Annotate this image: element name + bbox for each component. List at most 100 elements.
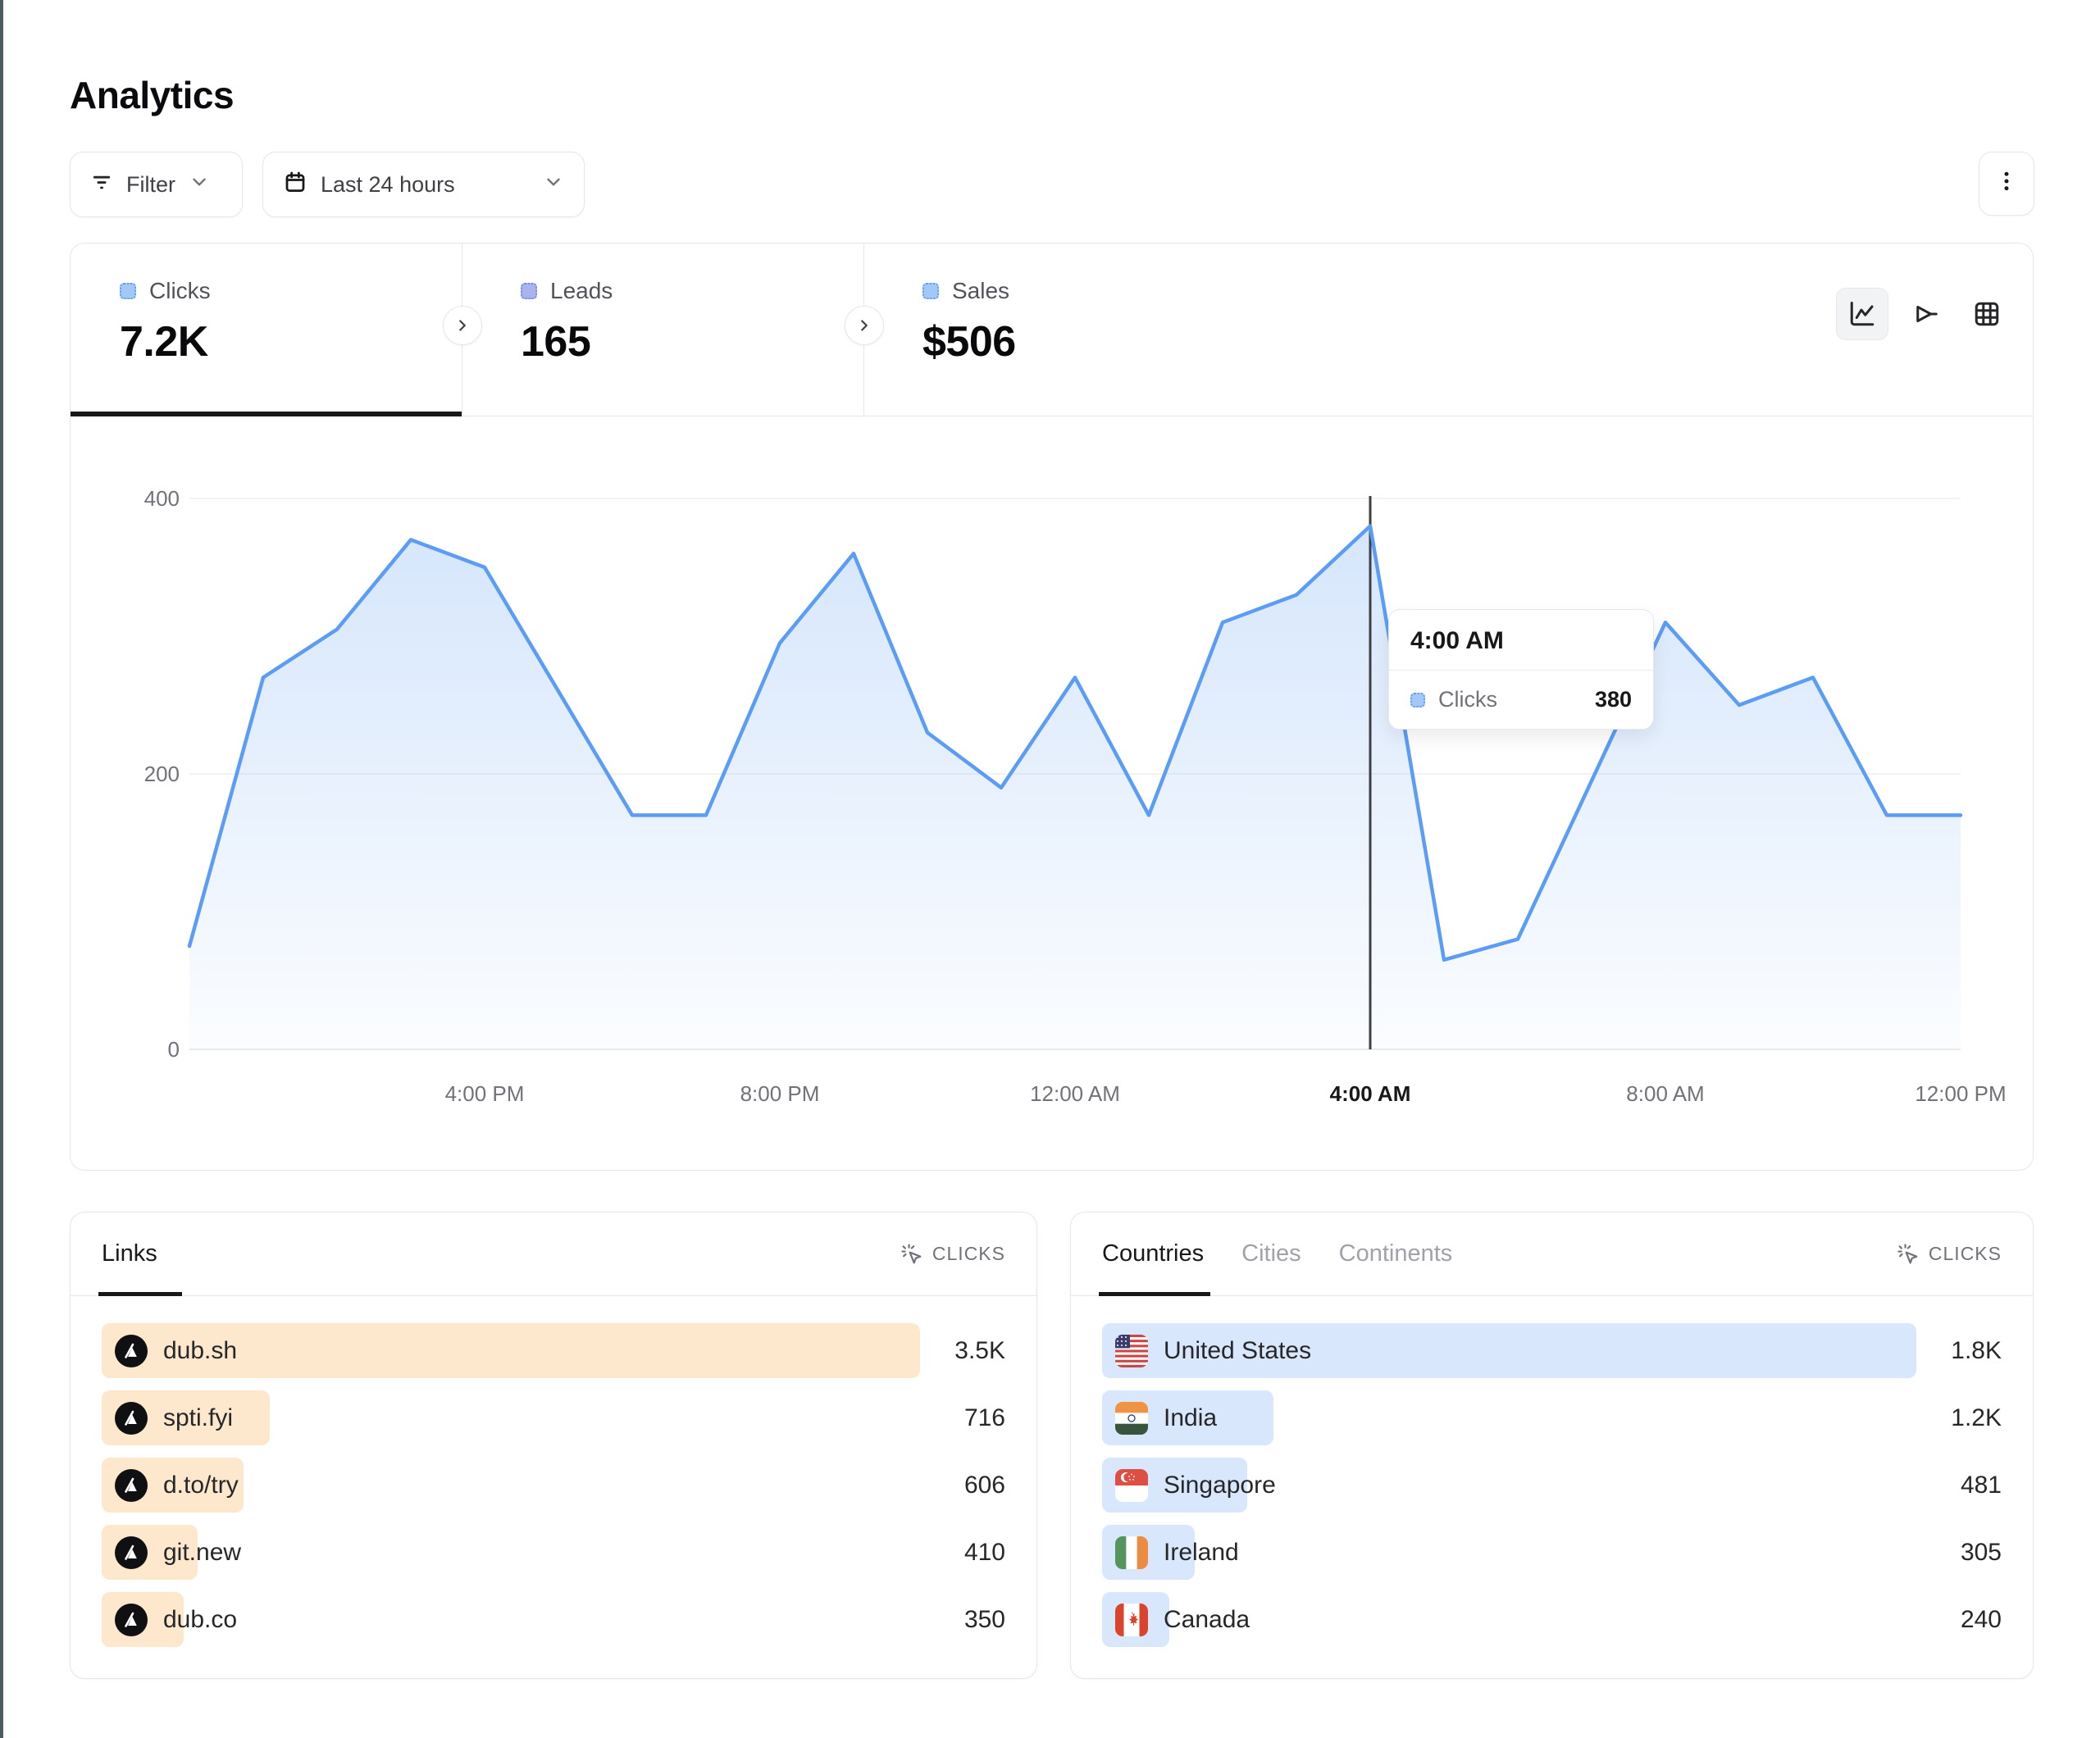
tab-label: Continents bbox=[1339, 1240, 1453, 1267]
filter-button[interactable]: Filter bbox=[70, 152, 243, 217]
clicks-time-series-chart[interactable]: 02004004:00 PM8:00 PM12:00 AM4:00 AM8:00… bbox=[71, 416, 2033, 1170]
row-label: India bbox=[1164, 1404, 1217, 1432]
dub-logo-icon bbox=[115, 1402, 148, 1435]
tooltip-time: 4:00 AM bbox=[1389, 610, 1653, 671]
link-row[interactable]: dub.co 350 bbox=[102, 1592, 1005, 1647]
date-range-label: Last 24 hours bbox=[321, 172, 455, 198]
stat-label: Clicks bbox=[149, 278, 211, 304]
chart-svg: 02004004:00 PM8:00 PM12:00 AM4:00 AM8:00… bbox=[71, 416, 2033, 1153]
row-label: dub.co bbox=[163, 1606, 237, 1634]
tooltip-value: 380 bbox=[1595, 687, 1632, 712]
row-value: 350 bbox=[920, 1606, 1005, 1634]
more-options-button[interactable] bbox=[1979, 152, 2034, 216]
sales-legend-swatch bbox=[922, 283, 939, 299]
row-value: 305 bbox=[1916, 1539, 2002, 1567]
tab-continents[interactable]: Continents bbox=[1339, 1213, 1453, 1295]
stat-tab-sales[interactable]: Sales $506 bbox=[863, 243, 1265, 416]
cursor-click-icon bbox=[900, 1243, 922, 1265]
chevron-down-icon bbox=[543, 171, 564, 198]
flag-ie-icon bbox=[1115, 1536, 1148, 1569]
dub-logo-icon bbox=[115, 1604, 148, 1636]
tab-cities[interactable]: Cities bbox=[1241, 1213, 1301, 1295]
svg-text:4:00 AM: 4:00 AM bbox=[1330, 1081, 1411, 1106]
row-label: dub.sh bbox=[163, 1337, 237, 1365]
stat-label: Sales bbox=[952, 278, 1009, 304]
flag-in-icon bbox=[1115, 1402, 1148, 1435]
row-value: 1.2K bbox=[1916, 1404, 2002, 1432]
row-label: United States bbox=[1164, 1337, 1311, 1365]
link-row[interactable]: spti.fyi 716 bbox=[102, 1390, 1005, 1445]
stat-tab-clicks[interactable]: Clicks 7.2K bbox=[71, 243, 462, 416]
bar-area: United States bbox=[1102, 1323, 1916, 1378]
funnel-chart-toggle-button[interactable] bbox=[1898, 288, 1951, 340]
line-chart-toggle-button[interactable] bbox=[1836, 288, 1888, 340]
calendar-icon bbox=[283, 170, 307, 200]
stats-header: Clicks 7.2K Leads 165 Sales $506 bbox=[71, 243, 2033, 416]
dub-logo-icon bbox=[115, 1335, 148, 1367]
bar-area: Singapore bbox=[1102, 1458, 1916, 1513]
row-label: d.to/try bbox=[163, 1472, 239, 1499]
row-label: git.new bbox=[163, 1539, 241, 1567]
country-row[interactable]: Singapore481 bbox=[1102, 1458, 2002, 1513]
tab-links[interactable]: Links bbox=[102, 1213, 157, 1295]
tooltip-series-swatch bbox=[1410, 693, 1425, 707]
dub-logo-icon bbox=[115, 1536, 148, 1569]
row-value: 3.5K bbox=[920, 1337, 1005, 1365]
line-chart-icon bbox=[1847, 299, 1877, 329]
tab-label: Links bbox=[102, 1240, 157, 1267]
bar-area: India bbox=[1102, 1390, 1916, 1445]
flag-us-icon bbox=[1115, 1335, 1148, 1367]
link-row[interactable]: d.to/try606 bbox=[102, 1458, 1005, 1513]
svg-text:0: 0 bbox=[168, 1037, 180, 1062]
flag-sg-icon bbox=[1115, 1469, 1148, 1502]
country-row[interactable]: Canada240 bbox=[1102, 1592, 2002, 1647]
grid-table-icon bbox=[1972, 299, 2002, 329]
chevron-right-icon bbox=[453, 316, 471, 334]
row-value: 716 bbox=[920, 1404, 1005, 1432]
links-panel: Links CLICKS dub.sh 3.5K spti.fyi 716 d.to/t… bbox=[70, 1212, 1037, 1679]
bar-area: git.new bbox=[102, 1525, 920, 1580]
svg-text:8:00 AM: 8:00 AM bbox=[1626, 1081, 1704, 1106]
svg-text:12:00 AM: 12:00 AM bbox=[1030, 1081, 1120, 1106]
chevron-right-icon bbox=[855, 316, 873, 334]
stat-tab-leads[interactable]: Leads 165 bbox=[462, 243, 863, 416]
tab-label: Cities bbox=[1241, 1240, 1301, 1267]
links-metric[interactable]: CLICKS bbox=[900, 1243, 1005, 1265]
row-label: Canada bbox=[1164, 1606, 1250, 1634]
row-label: spti.fyi bbox=[163, 1404, 233, 1432]
cursor-click-icon bbox=[1897, 1243, 1919, 1265]
analytics-card: Clicks 7.2K Leads 165 Sales $506 bbox=[70, 243, 2034, 1171]
links-list: dub.sh 3.5K spti.fyi 716 d.to/try606 git.new4… bbox=[71, 1296, 1036, 1647]
svg-text:400: 400 bbox=[144, 486, 180, 511]
link-row[interactable]: dub.sh 3.5K bbox=[102, 1323, 1005, 1378]
date-range-button[interactable]: Last 24 hours bbox=[262, 152, 585, 217]
svg-text:200: 200 bbox=[144, 762, 180, 786]
tab-countries[interactable]: Countries bbox=[1102, 1213, 1204, 1295]
row-value: 1.8K bbox=[1916, 1337, 2002, 1365]
expand-sales-button[interactable] bbox=[845, 306, 884, 345]
link-row[interactable]: git.new410 bbox=[102, 1525, 1005, 1580]
country-row[interactable]: Ireland305 bbox=[1102, 1525, 2002, 1580]
chart-canvas: 02004004:00 PM8:00 PM12:00 AM4:00 AM8:00… bbox=[71, 416, 2033, 1153]
filter-lines-icon bbox=[90, 171, 113, 199]
countries-panel-header: Countries Cities Continents CLICKS bbox=[1071, 1213, 2033, 1296]
countries-panel: Countries Cities Continents CLICKS Unite… bbox=[1070, 1212, 2034, 1679]
country-row[interactable]: United States 1.8K bbox=[1102, 1323, 2002, 1378]
page-title: Analytics bbox=[70, 73, 234, 117]
stat-value: 165 bbox=[521, 317, 863, 366]
countries-metric[interactable]: CLICKS bbox=[1897, 1243, 2002, 1265]
row-value: 481 bbox=[1916, 1472, 2002, 1499]
expand-leads-button[interactable] bbox=[443, 306, 482, 345]
table-view-toggle-button[interactable] bbox=[1961, 288, 2013, 340]
countries-list: United States1.8KIndia1.2KSingapore481Ir… bbox=[1071, 1296, 2033, 1647]
country-row[interactable]: India 1.2K bbox=[1102, 1390, 2002, 1445]
metric-label: CLICKS bbox=[1929, 1243, 2002, 1265]
stat-value: $506 bbox=[922, 317, 1265, 366]
bar-area: Ireland bbox=[1102, 1525, 1916, 1580]
svg-text:8:00 PM: 8:00 PM bbox=[740, 1081, 820, 1106]
stat-value: 7.2K bbox=[120, 317, 462, 366]
bar-area: dub.co bbox=[102, 1592, 920, 1647]
bar-area: Canada bbox=[1102, 1592, 1916, 1647]
page-left-edge bbox=[0, 0, 3, 1738]
dub-logo-icon bbox=[115, 1469, 148, 1502]
